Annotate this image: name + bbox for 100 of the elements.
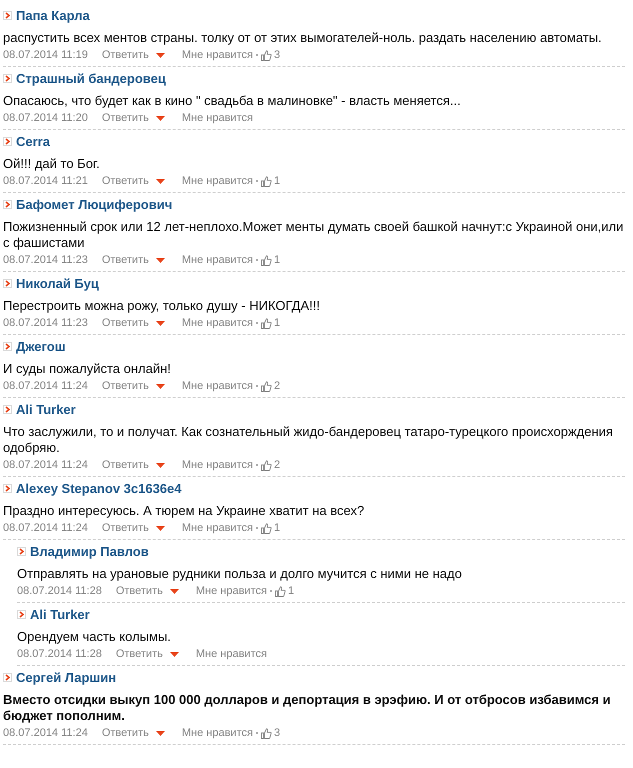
reply-link[interactable]: Ответить bbox=[116, 648, 163, 660]
like-link[interactable]: Мне нравится bbox=[196, 585, 267, 597]
author-name[interactable]: Ali Turker bbox=[16, 402, 76, 417]
separator-dot bbox=[256, 464, 258, 466]
separator-dot bbox=[256, 322, 258, 324]
chevron-icon bbox=[17, 547, 26, 556]
comment-text: И суды пожалуйста онлайн! bbox=[3, 361, 172, 377]
comment-date: 08.07.2014 11:20 bbox=[3, 112, 88, 124]
reply-link[interactable]: Ответить bbox=[102, 49, 149, 61]
comment-date: 08.07.2014 11:24 bbox=[3, 380, 88, 392]
like-count: 1 bbox=[274, 317, 280, 329]
reply-link[interactable]: Ответить bbox=[116, 585, 163, 597]
caret-icon[interactable] bbox=[156, 320, 165, 326]
comment-text: Праздно интересуюсь. А тюрем на Украине хватит на всех? bbox=[3, 503, 366, 519]
like-count: 1 bbox=[288, 585, 294, 597]
like-link[interactable]: Мне нравится bbox=[182, 49, 253, 61]
caret-icon[interactable] bbox=[170, 652, 179, 656]
comment-date: 08.07.2014 11:24 bbox=[3, 459, 88, 471]
comment-text: Отправлять на урановые рудники польза и долго мучится с ними не надо bbox=[17, 566, 463, 582]
author-name[interactable]: Сергей Ларшин bbox=[16, 670, 116, 685]
chevron-icon bbox=[3, 342, 12, 351]
chevron-icon bbox=[3, 200, 12, 209]
comment-text: распустить всех ментов страны. толку от от этих вымогателей-ноль. раздать населению автоматы. bbox=[3, 30, 603, 46]
chevron-icon bbox=[3, 137, 12, 146]
chevron-icon bbox=[3, 673, 12, 682]
author-name[interactable]: Бафомет Люциферович bbox=[16, 197, 172, 212]
author-name[interactable]: Николай Буц bbox=[16, 276, 99, 291]
author-name[interactable]: Страшный бандеровец bbox=[16, 71, 166, 86]
caret-icon[interactable] bbox=[156, 384, 165, 388]
chevron-icon bbox=[3, 11, 12, 20]
comment-text: Опасаюсь, что будет как в кино " свадьба в малиновке" - власть меняется... bbox=[3, 93, 462, 109]
author-name[interactable]: Владимир Павлов bbox=[30, 544, 149, 559]
like-link[interactable]: Мне нравится bbox=[182, 380, 253, 392]
reply-link[interactable]: Ответить bbox=[102, 522, 149, 534]
thumbs-up-icon bbox=[260, 460, 272, 470]
reply-link[interactable]: Ответить bbox=[102, 175, 149, 187]
like-link[interactable]: Мне нравится bbox=[196, 648, 267, 660]
like-link[interactable]: Мне нравится bbox=[182, 175, 253, 187]
comment-date: 08.07.2014 11:28 bbox=[17, 585, 102, 597]
like-link[interactable]: Мне нравится bbox=[182, 727, 253, 739]
author-name[interactable]: Джегош bbox=[16, 339, 66, 354]
thumbs-up-icon bbox=[260, 318, 272, 328]
comment-date: 08.07.2014 11:23 bbox=[3, 254, 88, 266]
reply-link[interactable]: Ответить bbox=[102, 254, 149, 266]
reply-link[interactable]: Ответить bbox=[102, 317, 149, 329]
comment-date: 08.07.2014 11:21 bbox=[3, 175, 88, 187]
like-count: 1 bbox=[274, 175, 280, 187]
reply-link[interactable]: Ответить bbox=[102, 380, 149, 392]
reply-link[interactable]: Ответить bbox=[102, 727, 149, 739]
thumbs-up-icon bbox=[260, 254, 272, 266]
thumbs-up-icon bbox=[260, 728, 272, 738]
chevron-icon bbox=[3, 484, 12, 493]
author-name[interactable]: Папа Карла bbox=[16, 8, 90, 23]
like-link[interactable]: Мне нравится bbox=[182, 112, 253, 124]
separator-dot bbox=[256, 732, 258, 734]
like-link[interactable]: Мне нравится bbox=[182, 317, 253, 329]
separator-dot bbox=[256, 527, 258, 529]
thumbs-up-icon bbox=[274, 586, 286, 596]
comment-text: Пожизненный срок или 12 лет-неплохо.Может менты думать своей башкой начнут:с Украиной они,или с фашистами bbox=[3, 219, 624, 251]
like-link[interactable]: Мне нравится bbox=[182, 459, 253, 471]
author-name[interactable]: Ali Turker bbox=[30, 607, 90, 622]
caret-icon[interactable] bbox=[156, 178, 165, 184]
separator-dot bbox=[256, 385, 258, 387]
comment-text: Перестроить можна рожу, только душу - НИКОГДА!!! bbox=[3, 298, 321, 314]
like-count: 1 bbox=[274, 254, 280, 266]
caret-icon[interactable] bbox=[156, 462, 165, 468]
caret-icon[interactable] bbox=[170, 588, 179, 594]
author-name[interactable]: Cerra bbox=[16, 134, 50, 149]
thumbs-up-icon bbox=[260, 176, 272, 186]
like-link[interactable]: Мне нравится bbox=[182, 522, 253, 534]
thumbs-up-icon bbox=[260, 380, 272, 392]
comment-text: Орендуем часть колымы. bbox=[17, 629, 172, 645]
comment-date: 08.07.2014 11:28 bbox=[17, 648, 102, 660]
caret-icon[interactable] bbox=[156, 258, 165, 262]
comment-date: 08.07.2014 11:19 bbox=[3, 49, 88, 61]
like-count: 3 bbox=[274, 49, 280, 61]
separator-dot bbox=[256, 259, 258, 261]
author-name[interactable]: Alexey Stepanov 3c1636e4 bbox=[16, 481, 182, 496]
comment-text: Что заслужили, то и получат. Как сознательный жидо-бандеровец татаро-турецкого происхорждения одобряю. bbox=[3, 424, 614, 456]
thumbs-up-icon bbox=[260, 50, 272, 60]
comment-text: Вместо отсидки выкуп 100 000 долларов и депортация в эрэфию. И от отбросов избавимся и бюджет пополним. bbox=[3, 692, 612, 724]
comment-date: 08.07.2014 11:24 bbox=[3, 522, 88, 534]
like-count: 1 bbox=[274, 522, 280, 534]
reply-link[interactable]: Ответить bbox=[102, 459, 149, 471]
like-count: 2 bbox=[274, 459, 280, 471]
comment-text: Ой!!! дай то Бог. bbox=[3, 156, 101, 172]
like-count: 3 bbox=[274, 727, 280, 739]
reply-link[interactable]: Ответить bbox=[102, 112, 149, 124]
like-link[interactable]: Мне нравится bbox=[182, 254, 253, 266]
chevron-icon bbox=[3, 405, 12, 414]
caret-icon[interactable] bbox=[156, 52, 165, 58]
thumbs-up-icon bbox=[260, 522, 272, 534]
caret-icon[interactable] bbox=[156, 730, 165, 736]
chevron-icon bbox=[3, 279, 12, 288]
comment-date: 08.07.2014 11:24 bbox=[3, 727, 88, 739]
caret-icon[interactable] bbox=[156, 116, 165, 120]
separator-dot bbox=[256, 54, 258, 56]
separator-dot bbox=[256, 180, 258, 182]
like-count: 2 bbox=[274, 380, 280, 392]
caret-icon[interactable] bbox=[156, 526, 165, 530]
